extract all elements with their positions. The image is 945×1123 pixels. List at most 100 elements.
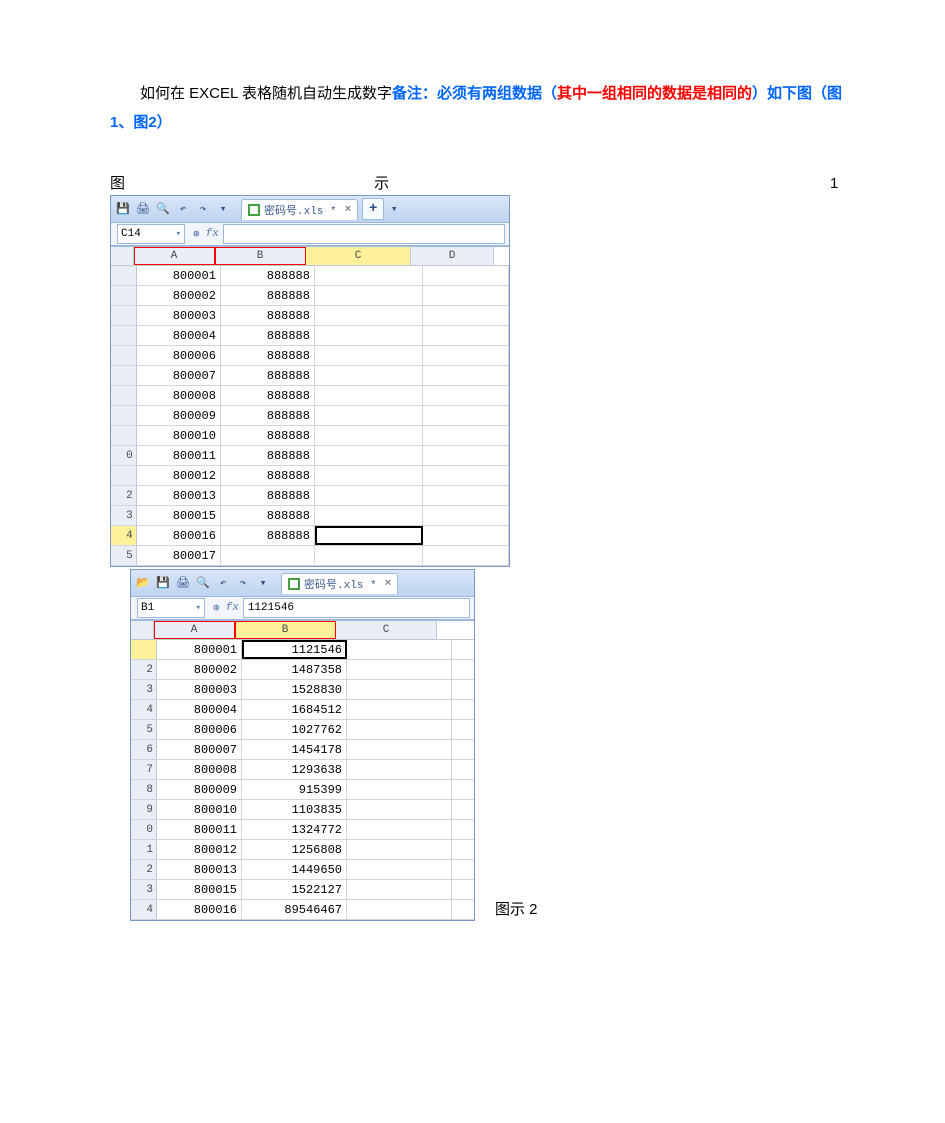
close-icon[interactable]: × — [345, 204, 352, 216]
name-box-dropdown-icon[interactable]: ▾ — [176, 229, 181, 239]
cell[interactable]: 800003 — [157, 680, 242, 699]
cell[interactable] — [423, 526, 509, 545]
row-header[interactable]: 6 — [131, 740, 157, 759]
cell[interactable]: 1528830 — [242, 680, 347, 699]
cell[interactable] — [315, 506, 423, 525]
row-header[interactable]: 0 — [131, 820, 157, 839]
cell[interactable] — [423, 386, 509, 405]
qat-dropdown-icon[interactable]: ▾ — [215, 201, 231, 217]
cell[interactable] — [347, 760, 452, 779]
cell[interactable] — [423, 506, 509, 525]
cell[interactable]: 800004 — [137, 326, 221, 345]
cell[interactable] — [315, 266, 423, 285]
undo-icon[interactable]: ↶ — [175, 201, 191, 217]
cell[interactable]: 800016 — [137, 526, 221, 545]
row-header[interactable] — [111, 326, 137, 345]
cell[interactable]: 800015 — [137, 506, 221, 525]
cell[interactable]: 800015 — [157, 880, 242, 899]
preview-icon[interactable]: 🔍 — [195, 575, 211, 591]
cell[interactable]: 800013 — [137, 486, 221, 505]
cell[interactable] — [315, 466, 423, 485]
row-header[interactable] — [111, 266, 137, 285]
new-tab-button[interactable]: + — [362, 198, 384, 220]
row-header[interactable]: 1 — [131, 840, 157, 859]
cell[interactable]: 800017 — [137, 546, 221, 565]
cell[interactable]: 888888 — [221, 466, 315, 485]
row-header[interactable] — [111, 406, 137, 425]
cell[interactable] — [315, 306, 423, 325]
cell[interactable] — [347, 840, 452, 859]
qat-dropdown-icon[interactable]: ▾ — [255, 575, 271, 591]
cell[interactable]: 800009 — [137, 406, 221, 425]
cell[interactable]: 800011 — [137, 446, 221, 465]
cell[interactable]: 800002 — [157, 660, 242, 679]
cell[interactable] — [423, 426, 509, 445]
cell[interactable]: 800001 — [137, 266, 221, 285]
cell[interactable] — [315, 526, 423, 545]
cell[interactable]: 1449650 — [242, 860, 347, 879]
row-header[interactable]: 2 — [111, 486, 137, 505]
cell[interactable] — [423, 546, 509, 565]
cell[interactable] — [423, 486, 509, 505]
row-header[interactable]: 5 — [111, 546, 137, 565]
insert-func-icon[interactable]: ⊛ — [193, 227, 200, 241]
row-header[interactable] — [131, 640, 157, 659]
cell[interactable]: 888888 — [221, 326, 315, 345]
cell[interactable]: 800001 — [157, 640, 242, 659]
row-header[interactable] — [111, 286, 137, 305]
cell[interactable] — [347, 860, 452, 879]
cell[interactable] — [315, 366, 423, 385]
undo-icon[interactable]: ↶ — [215, 575, 231, 591]
cell[interactable]: 1684512 — [242, 700, 347, 719]
cell[interactable]: 800009 — [157, 780, 242, 799]
cell[interactable]: 915399 — [242, 780, 347, 799]
cell[interactable]: 1293638 — [242, 760, 347, 779]
redo-icon[interactable]: ↷ — [235, 575, 251, 591]
row-header[interactable] — [111, 366, 137, 385]
row-header[interactable]: 3 — [131, 680, 157, 699]
cell[interactable]: 800003 — [137, 306, 221, 325]
cell[interactable]: 800002 — [137, 286, 221, 305]
cell[interactable] — [347, 680, 452, 699]
cell[interactable] — [347, 720, 452, 739]
cell[interactable]: 89546467 — [242, 900, 347, 919]
cell[interactable] — [347, 640, 452, 659]
cell[interactable]: 1027762 — [242, 720, 347, 739]
formula-bar-2[interactable]: 1121546 — [243, 598, 470, 618]
close-icon[interactable]: × — [385, 578, 392, 590]
cell[interactable]: 800016 — [157, 900, 242, 919]
cell[interactable]: 1487358 — [242, 660, 347, 679]
column-header-b[interactable]: B — [215, 247, 306, 265]
preview-icon[interactable]: 🔍 — [155, 201, 171, 217]
row-header[interactable]: 2 — [131, 860, 157, 879]
cell[interactable] — [315, 346, 423, 365]
cell[interactable] — [423, 366, 509, 385]
column-header-d[interactable]: D — [411, 247, 494, 265]
row-header[interactable]: 3 — [131, 880, 157, 899]
fx-icon[interactable]: fx — [206, 228, 219, 240]
cell[interactable]: 800006 — [137, 346, 221, 365]
cell[interactable]: 888888 — [221, 266, 315, 285]
cell[interactable]: 800012 — [137, 466, 221, 485]
cell[interactable]: 888888 — [221, 346, 315, 365]
folder-open-icon[interactable]: 📂 — [135, 575, 151, 591]
cell[interactable] — [315, 426, 423, 445]
cell[interactable]: 800007 — [157, 740, 242, 759]
column-header-b-2[interactable]: B — [235, 621, 336, 639]
row-header[interactable] — [111, 426, 137, 445]
cell[interactable] — [315, 546, 423, 565]
row-header[interactable]: 9 — [131, 800, 157, 819]
print-icon[interactable]: 🖨 — [135, 201, 151, 217]
cell[interactable] — [347, 900, 452, 919]
cell[interactable]: 888888 — [221, 426, 315, 445]
cell[interactable] — [315, 386, 423, 405]
cell[interactable]: 888888 — [221, 406, 315, 425]
print-icon[interactable]: 🖨 — [175, 575, 191, 591]
row-header[interactable]: 4 — [131, 900, 157, 919]
column-header-a[interactable]: A — [134, 247, 215, 265]
formula-bar[interactable] — [223, 224, 505, 244]
row-header[interactable]: 7 — [131, 760, 157, 779]
document-tab-2[interactable]: 密码号.xls * × — [281, 573, 398, 594]
name-box-dropdown-icon[interactable]: ▾ — [196, 603, 201, 613]
cell[interactable] — [423, 446, 509, 465]
